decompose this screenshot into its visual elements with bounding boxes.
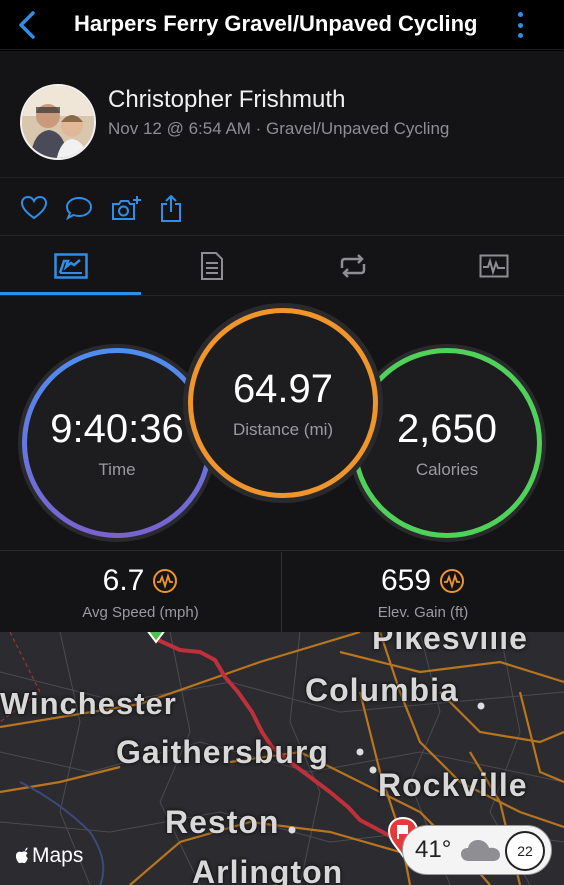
- tab-overview[interactable]: [0, 236, 141, 296]
- top-bar: Harpers Ferry Gravel/Unpaved Cycling: [0, 0, 564, 50]
- map-label-gaithersburg: Gaithersburg: [116, 734, 329, 770]
- start-marker-icon[interactable]: [142, 632, 170, 646]
- avg-speed-value: 6.7: [102, 563, 145, 597]
- stats-divider: [281, 552, 282, 632]
- tab-bar: [0, 235, 564, 295]
- share-icon: [161, 194, 181, 222]
- weather-widget[interactable]: 41° 22: [402, 825, 552, 875]
- calories-stat[interactable]: 2,650 Calories: [352, 348, 542, 538]
- apple-logo-icon: [15, 847, 28, 863]
- calories-label: Calories: [415, 459, 479, 479]
- like-button[interactable]: [20, 195, 48, 221]
- avg-speed-stat[interactable]: 6.7 Avg Speed (mph): [0, 551, 281, 633]
- map-label-columbia: Columbia: [305, 672, 459, 708]
- page-title: Harpers Ferry Gravel/Unpaved Cycling: [74, 11, 478, 36]
- overview-icon: [53, 253, 88, 279]
- share-button[interactable]: [160, 194, 188, 222]
- chart-icon: [479, 254, 508, 278]
- comment-button[interactable]: [65, 195, 93, 221]
- elev-gain-value: 659: [380, 563, 432, 597]
- tab-charts[interactable]: [423, 236, 564, 296]
- aqi-badge[interactable]: 22: [505, 831, 545, 871]
- weather-temp: 41°: [415, 836, 452, 863]
- avatar[interactable]: [20, 84, 96, 160]
- secondary-stats: 6.7 Avg Speed (mph) 659 Elev. Gain (ft): [0, 550, 564, 632]
- avg-speed-label: Avg Speed (mph): [82, 603, 199, 621]
- chevron-left-icon: [19, 11, 35, 39]
- distance-label: Distance (mi): [232, 419, 334, 439]
- add-photo-button[interactable]: [110, 195, 142, 221]
- time-value: 9:40:36: [50, 406, 184, 451]
- comment-icon: [65, 196, 93, 221]
- activity-pulse-icon: [440, 568, 465, 593]
- summary-stats: 9:40:36 Time 2,650 Calories 64.97 Distan…: [0, 295, 564, 550]
- map-label-rockville: Rockville: [378, 767, 528, 803]
- distance-value: 64.97: [232, 366, 334, 411]
- heart-icon: [20, 195, 48, 220]
- document-icon: [200, 252, 223, 280]
- map-label-winchester: Winchester: [0, 686, 177, 721]
- user-name[interactable]: Christopher Frishmuth: [108, 86, 345, 114]
- distance-stat[interactable]: 64.97 Distance (mi): [188, 308, 378, 498]
- maps-attribution[interactable]: Maps: [14, 844, 83, 868]
- repeat-icon: [340, 254, 365, 278]
- activity-pulse-icon: [153, 568, 178, 593]
- elev-gain-stat[interactable]: 659 Elev. Gain (ft): [282, 551, 564, 633]
- map-label-reston: Reston: [165, 804, 280, 840]
- tab-details[interactable]: [141, 236, 282, 296]
- aqi-value: 22: [517, 843, 533, 859]
- action-bar: [0, 177, 564, 235]
- more-options-button[interactable]: [510, 9, 530, 41]
- tab-laps[interactable]: [282, 236, 423, 296]
- activity-meta: Nov 12 @ 6:54 AM · Gravel/Unpaved Cyclin…: [108, 119, 450, 138]
- calories-value: 2,650: [396, 406, 498, 451]
- cloud-icon: [461, 840, 501, 861]
- time-label: Time: [98, 459, 136, 479]
- maps-label: Maps: [32, 844, 84, 867]
- back-button[interactable]: [12, 8, 42, 42]
- map-label-arlington: Arlington: [192, 854, 344, 885]
- time-stat[interactable]: 9:40:36 Time: [22, 348, 212, 538]
- map-label-pikesville: Pikesville: [372, 632, 528, 656]
- add-photo-icon: [112, 196, 141, 220]
- activity-header: Christopher Frishmuth Nov 12 @ 6:54 AM ·…: [0, 51, 564, 177]
- more-vertical-icon: [517, 12, 523, 17]
- elev-gain-label: Elev. Gain (ft): [377, 603, 469, 621]
